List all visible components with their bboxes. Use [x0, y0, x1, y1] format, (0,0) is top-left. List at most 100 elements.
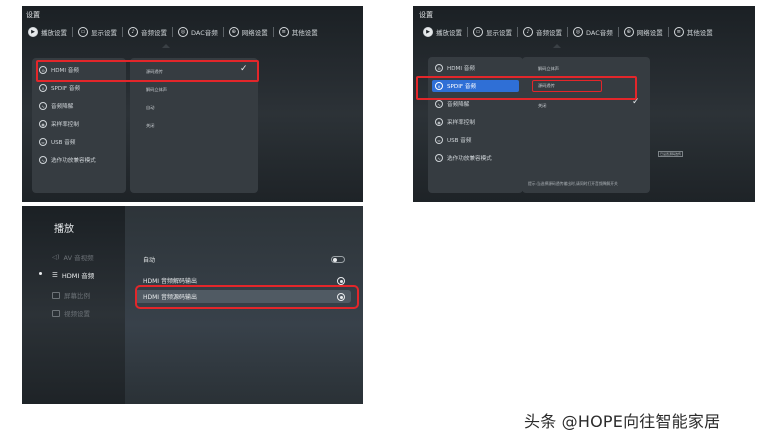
- tab-separator: [272, 27, 274, 37]
- tab-network-settings[interactable]: ⊕ 网络设置: [623, 27, 663, 37]
- sidebar-item-screen-ratio[interactable]: 屏幕比例: [52, 290, 90, 300]
- tab-display-settings[interactable]: ▭ 显示设置: [78, 27, 117, 37]
- tab-other-settings[interactable]: ≡ 其他设置: [278, 27, 318, 37]
- av-icon: ◁): [52, 253, 60, 261]
- option-off[interactable]: 关闭: [538, 103, 546, 109]
- screen-icon: [52, 291, 60, 299]
- tab-audio-settings[interactable]: ♪ 音频设置: [523, 27, 562, 37]
- tab-label: 音频设置: [536, 29, 562, 37]
- spdif-settings-screenshot: 设置 ▶ 播放设置 ▭ 显示设置 ♪ 音频设置 ◎ DAC音频 ⊕ 网络设置 ≡ 其他设置 …: [413, 6, 755, 202]
- menu-item-label: SPDIF 音频: [51, 86, 81, 92]
- option-auto[interactable]: 自动: [146, 105, 154, 111]
- menu-item-audio-downmix[interactable]: ∿ 音频降解: [432, 98, 519, 110]
- sidebar-item-av[interactable]: ◁) AV 音视频: [52, 252, 94, 262]
- tab-label: 其他设置: [291, 29, 318, 37]
- menu-item-hdmi-audio[interactable]: ⊖ HDMI 音频: [432, 62, 519, 74]
- tab-playback-settings[interactable]: ▶ 播放设置: [423, 27, 462, 37]
- tab-display-settings[interactable]: ▭ 显示设置: [473, 27, 512, 37]
- option-passthrough[interactable]: 源码透传: [146, 69, 163, 75]
- tab-label: DAC音频: [586, 29, 613, 37]
- row-label: 自动: [143, 257, 156, 264]
- passthrough-output-radio[interactable]: [337, 292, 345, 301]
- globe-icon: ⊕: [623, 27, 634, 37]
- tab-separator: [567, 27, 568, 37]
- audio-menu-panel: ⊖ HDMI 音频 ∩ SPDIF 音频 ∿ 音频降解 ◉ 采样率控制 ⇔ USB 音频 …: [428, 57, 523, 193]
- hdmi-audio-options-pane: 自动 HDMI 音频解码输出 HDMI 音频源码输出: [125, 206, 363, 404]
- option-decode-stereo[interactable]: 解码立体声: [146, 87, 167, 93]
- hdmi-icon: ☰: [52, 271, 58, 279]
- tab-separator: [617, 27, 619, 37]
- tab-separator: [667, 27, 669, 37]
- tab-dac-audio[interactable]: ◎ DAC音频: [573, 27, 613, 37]
- tab-other-settings[interactable]: ≡ 其他设置: [673, 27, 713, 37]
- option-passthrough[interactable]: 源码透传: [538, 83, 555, 89]
- menu-item-label: 选作功放兼容模式: [447, 156, 492, 162]
- active-tab-caret: [553, 44, 561, 48]
- option-off[interactable]: 关闭: [146, 123, 154, 129]
- tab-label: 音频设置: [141, 29, 167, 37]
- menu-item-amp-compat[interactable]: ∿ 选作功放兼容模式: [432, 152, 519, 164]
- decode-output-radio[interactable]: [337, 276, 345, 285]
- usb-icon: ⇔: [39, 138, 47, 146]
- menu-icon: ≡: [278, 27, 289, 37]
- window-icon: [52, 309, 60, 317]
- sidebar-item-label: 屏幕比例: [64, 292, 90, 300]
- downmix-icon: ∿: [39, 102, 47, 110]
- spdif-icon: ∩: [39, 84, 47, 92]
- menu-item-label: HDMI 音频: [447, 66, 475, 72]
- display-icon: ▭: [78, 27, 88, 37]
- tab-label: 显示设置: [486, 29, 512, 37]
- menu-item-label: SPDIF 音频: [447, 84, 477, 90]
- menu-item-sample-rate[interactable]: ◉ 采样率控制: [432, 116, 519, 128]
- menu-item-label: USB 音频: [447, 138, 472, 144]
- option-decode-stereo[interactable]: 解码立体声: [538, 66, 559, 72]
- menu-item-label: USB 音频: [51, 140, 76, 146]
- hdmi-icon: ⊖: [435, 64, 443, 72]
- hdmi-options-panel: 源码透传 ✓ 解码立体声 自动 关闭: [130, 58, 258, 193]
- menu-item-label: 采样率控制: [447, 120, 475, 126]
- tab-playback-settings[interactable]: ▶ 播放设置: [28, 27, 67, 37]
- sidebar-item-hdmi-audio[interactable]: ☰ HDMI 音频: [52, 270, 94, 280]
- tab-separator: [172, 27, 173, 37]
- tab-label: 播放设置: [41, 29, 67, 37]
- menu-item-label: 音频降解: [447, 102, 470, 108]
- tab-audio-settings[interactable]: ♪ 音频设置: [128, 27, 167, 37]
- menu-item-spdif-audio[interactable]: ∩ SPDIF 音频: [36, 82, 122, 94]
- audio-menu-panel: ⊖ HDMI 音频 ∩ SPDIF 音频 ∿ 音频降解 ◉ 采样率控制 ⇔ USB 音频 …: [32, 58, 126, 193]
- menu-item-sample-rate[interactable]: ◉ 采样率控制: [36, 118, 122, 130]
- menu-item-label: 采样率控制: [51, 122, 79, 128]
- samplerate-icon: ◉: [39, 120, 47, 128]
- row-auto[interactable]: 自动: [135, 253, 351, 266]
- toggle-knob: [333, 258, 337, 262]
- check-icon: ✓: [632, 97, 640, 107]
- row-label: HDMI 音频解码输出: [143, 278, 197, 285]
- tab-label: 其他设置: [686, 29, 713, 37]
- audio-icon: ♪: [128, 27, 138, 37]
- menu-item-label: HDMI 音频: [51, 68, 79, 74]
- tab-label: 网络设置: [241, 29, 268, 37]
- page-title: 播放: [54, 224, 74, 235]
- menu-item-usb-audio[interactable]: ⇔ USB 音频: [36, 136, 122, 148]
- play-circle-icon: ▶: [423, 27, 433, 37]
- sidebar-item-video-settings[interactable]: 视频设置: [52, 308, 90, 318]
- menu-item-usb-audio[interactable]: ⇔ USB 音频: [432, 134, 519, 146]
- menu-item-hdmi-audio[interactable]: ⊖ HDMI 音频: [36, 64, 122, 76]
- tab-label: 显示设置: [91, 29, 117, 37]
- downmix-icon: ∿: [435, 100, 443, 108]
- menu-item-amp-compat[interactable]: ∿ 选作功放兼容模式: [36, 154, 122, 166]
- menu-item-audio-downmix[interactable]: ∿ 音频降解: [36, 100, 122, 112]
- row-hdmi-decode-output[interactable]: HDMI 音频解码输出: [135, 274, 351, 287]
- row-label: HDMI 音频源码输出: [143, 294, 197, 301]
- tab-label: 网络设置: [636, 29, 663, 37]
- row-hdmi-passthrough-output[interactable]: HDMI 音频源码输出: [135, 290, 351, 303]
- globe-icon: ⊕: [228, 27, 239, 37]
- tab-separator: [517, 27, 518, 37]
- dac-icon: ◎: [573, 27, 583, 37]
- playback-settings-screenshot: 播放 ◁) AV 音视频 ☰ HDMI 音频 屏幕比例 视频设置 自动 HDMI 音…: [22, 206, 363, 404]
- tab-dac-audio[interactable]: ◎ DAC音频: [178, 27, 218, 37]
- settings-top-nav: ▶ 播放设置 ▭ 显示设置 ♪ 音频设置 ◎ DAC音频 ⊕ 网络设置 ≡ 其他设置: [423, 27, 713, 37]
- tab-network-settings[interactable]: ⊕ 网络设置: [228, 27, 268, 37]
- menu-item-spdif-audio[interactable]: ∩ SPDIF 音频: [432, 80, 519, 92]
- menu-item-label: 选作功放兼容模式: [51, 158, 96, 164]
- auto-toggle[interactable]: [331, 256, 345, 263]
